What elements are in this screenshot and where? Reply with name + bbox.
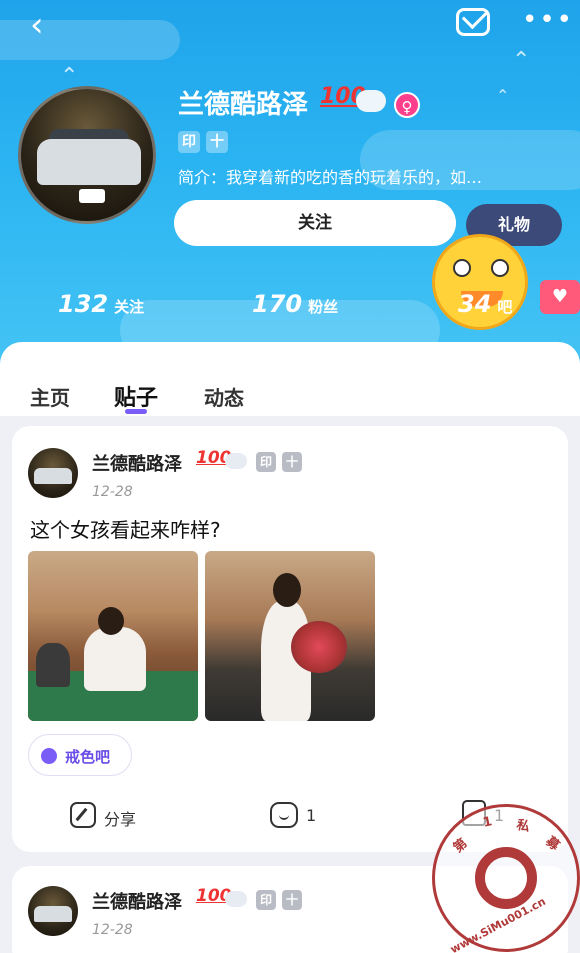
avatar[interactable] xyxy=(18,86,156,224)
stat-number: 132 xyxy=(58,290,109,318)
share-icon[interactable] xyxy=(70,802,96,828)
photo-detail xyxy=(273,573,301,607)
cloud-decoration xyxy=(0,20,180,60)
tab-activity[interactable]: 动态 xyxy=(204,382,244,411)
mail-icon[interactable] xyxy=(456,8,490,36)
cloud-badge-icon xyxy=(356,90,386,112)
watermark-logo xyxy=(475,847,537,909)
follow-button[interactable]: 关注 xyxy=(174,200,456,246)
planet-icon xyxy=(41,748,57,764)
tag-badge: 十 xyxy=(282,890,302,910)
watermark-char: 私 xyxy=(515,817,532,836)
active-tab-indicator xyxy=(125,409,147,414)
stat-label: 吧 xyxy=(497,298,513,316)
photo-detail xyxy=(36,643,70,687)
tag-badge: 印 xyxy=(178,131,200,153)
photo-detail xyxy=(84,627,146,691)
heart-icon: ♥ xyxy=(540,280,580,314)
watermark-char: 募 xyxy=(542,834,563,854)
stat-number: 170 xyxy=(252,290,303,318)
bird-icon: ⌃ xyxy=(496,86,510,105)
comment-count[interactable]: 1 xyxy=(306,806,316,825)
avatar-photo-detail xyxy=(37,139,141,185)
post-title[interactable]: 这个女孩看起来咋样? xyxy=(30,514,221,543)
post-date: 12-28 xyxy=(92,484,133,500)
bio-text[interactable]: 简介：我穿着新的吃的香的玩着乐的，如… xyxy=(178,164,482,188)
post-image[interactable] xyxy=(28,551,198,721)
avatar-photo-detail xyxy=(34,906,72,922)
photo-detail xyxy=(98,607,124,635)
tag-badge: 十 xyxy=(282,452,302,472)
more-icon[interactable]: ••• xyxy=(522,7,574,33)
cloud-badge-icon xyxy=(225,453,247,469)
stat-following[interactable]: 132 关注 xyxy=(58,290,144,318)
stat-forums[interactable]: 34 吧 xyxy=(458,290,512,318)
avatar-photo-detail xyxy=(34,468,72,484)
watermark-char: 1 xyxy=(481,814,494,831)
tab-bar xyxy=(0,342,580,416)
share-label[interactable]: 分享 xyxy=(104,806,136,830)
photo-detail xyxy=(291,621,347,673)
mascot-eye xyxy=(453,259,471,277)
comment-icon[interactable] xyxy=(270,802,298,828)
female-gender-icon: ♀ xyxy=(394,92,420,118)
username: 兰德酷路泽 xyxy=(178,90,309,120)
watermark-seal: 第 1 私 募 www.SiMu001.cn xyxy=(432,804,580,953)
post-username[interactable]: 兰德酷路泽 xyxy=(92,888,182,914)
post-date: 12-28 xyxy=(92,922,133,938)
tag-badge: 十 xyxy=(206,131,228,153)
tab-posts[interactable]: 贴子 xyxy=(114,380,158,412)
forum-tag-button[interactable]: 戒色吧 xyxy=(28,734,132,776)
tag-badge: 印 xyxy=(256,890,276,910)
profile-header: ⌃ ⌃ ⌃ ‹ ••• 兰德酷路泽 100 ♀ 印 十 简介：我穿着新的吃的香的… xyxy=(0,0,580,370)
post-avatar[interactable] xyxy=(28,886,78,936)
watermark-char: 第 xyxy=(450,836,471,856)
mascot-eye xyxy=(491,259,509,277)
avatar-photo-detail xyxy=(79,189,105,203)
stat-number: 34 xyxy=(458,290,492,318)
bird-icon: ⌃ xyxy=(512,48,531,73)
tag-badge: 印 xyxy=(256,452,276,472)
post-username[interactable]: 兰德酷路泽 xyxy=(92,450,182,476)
tab-home[interactable]: 主页 xyxy=(30,382,70,411)
chevron-left-icon[interactable]: ‹ xyxy=(30,8,44,42)
stat-label: 粉丝 xyxy=(308,298,339,316)
post-avatar[interactable] xyxy=(28,448,78,498)
forum-tag-label: 戒色吧 xyxy=(65,748,111,766)
stat-fans[interactable]: 170 粉丝 xyxy=(252,290,338,318)
bird-icon: ⌃ xyxy=(60,64,79,89)
post-image[interactable] xyxy=(205,551,375,721)
stat-label: 关注 xyxy=(114,298,145,316)
cloud-badge-icon xyxy=(225,891,247,907)
